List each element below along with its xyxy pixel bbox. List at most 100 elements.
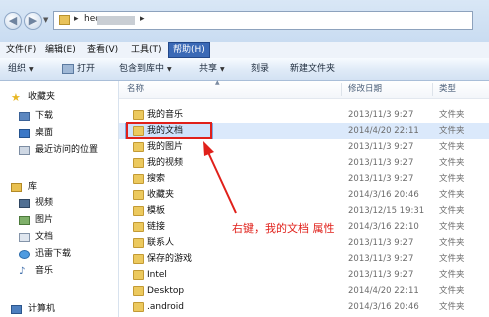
nav-favorites-label: 收藏夹 bbox=[28, 92, 56, 102]
picture-icon bbox=[19, 216, 30, 225]
nav-downloads-label: 下载 bbox=[35, 111, 54, 121]
file-row[interactable]: 我的视频 2013/11/3 9:27 文件夹 bbox=[119, 155, 489, 171]
file-row[interactable]: 我的图片 2013/11/3 9:27 文件夹 bbox=[119, 139, 489, 155]
file-date: 2013/11/3 9:27 bbox=[348, 174, 414, 184]
menu-tools[interactable]: 工具(T) bbox=[127, 42, 166, 58]
file-row[interactable]: 保存的游戏 2013/11/3 9:27 文件夹 bbox=[119, 251, 489, 267]
file-row[interactable]: .android 2014/3/16 20:46 文件夹 bbox=[119, 299, 489, 315]
dropdown-arrow-icon: ▼ bbox=[29, 66, 34, 73]
xunlei-icon bbox=[19, 250, 30, 259]
nav-documents[interactable]: 文档 bbox=[0, 230, 118, 245]
folder-icon bbox=[133, 222, 144, 232]
file-date: 2013/11/3 9:27 bbox=[348, 110, 414, 120]
library-icon bbox=[11, 183, 22, 192]
nav-libraries[interactable]: 库 bbox=[0, 180, 118, 195]
include-library-label: 包含到库中 bbox=[119, 64, 165, 74]
document-icon bbox=[19, 233, 30, 242]
blurred-username bbox=[97, 16, 135, 25]
file-date: 2013/11/3 9:27 bbox=[348, 270, 414, 280]
file-list: ▲ 名称 修改日期 类型 我的音乐 2013/11/3 9:27 文件夹 我的文… bbox=[119, 79, 489, 317]
nav-libraries-label: 库 bbox=[28, 182, 38, 192]
file-type: 文件夹 bbox=[439, 174, 465, 184]
download-icon bbox=[19, 112, 30, 121]
nav-videos-label: 视频 bbox=[35, 198, 54, 208]
folder-icon bbox=[133, 270, 144, 280]
nav-music[interactable]: ♪ 音乐 bbox=[0, 264, 118, 279]
back-button[interactable]: ◀ bbox=[4, 12, 22, 30]
file-name: 收藏夹 bbox=[147, 190, 175, 200]
nav-documents-label: 文档 bbox=[35, 232, 54, 242]
file-name: 模板 bbox=[147, 206, 166, 216]
menu-file[interactable]: 文件(F) bbox=[2, 42, 40, 58]
file-name: 链接 bbox=[147, 222, 166, 232]
nav-downloads[interactable]: 下载 bbox=[0, 109, 118, 124]
file-name: 我的图片 bbox=[147, 142, 184, 152]
file-row[interactable]: 联系人 2013/11/3 9:27 文件夹 bbox=[119, 235, 489, 251]
folder-icon bbox=[133, 238, 144, 248]
video-icon bbox=[19, 199, 30, 208]
file-type: 文件夹 bbox=[439, 286, 465, 296]
nav-xunlei-label: 迅雷下载 bbox=[35, 249, 72, 259]
file-date: 2013/11/3 9:27 bbox=[348, 238, 414, 248]
file-name: .android bbox=[147, 302, 185, 312]
menu-view[interactable]: 查看(V) bbox=[83, 42, 122, 58]
file-row[interactable]: Desktop 2014/4/20 22:11 文件夹 bbox=[119, 283, 489, 299]
file-type: 文件夹 bbox=[439, 190, 465, 200]
command-bar: 组织 ▼ 打开 包含到库中 ▼ 共享 ▼ 刻录 新建文件夹 bbox=[0, 58, 489, 81]
nav-recent-places[interactable]: 最近访问的位置 bbox=[0, 143, 118, 158]
forward-button[interactable]: ▶ bbox=[24, 12, 42, 30]
file-row[interactable]: 搜索 2013/11/3 9:27 文件夹 bbox=[119, 171, 489, 187]
file-type: 文件夹 bbox=[439, 158, 465, 168]
column-headers: ▲ 名称 修改日期 类型 bbox=[119, 79, 489, 99]
column-type[interactable]: 类型 bbox=[439, 81, 456, 98]
music-icon: ♪ bbox=[19, 266, 26, 277]
open-icon bbox=[62, 64, 74, 74]
file-type: 文件夹 bbox=[439, 126, 465, 136]
address-field[interactable]: ▸ heq ▸ bbox=[53, 11, 473, 30]
nav-desktop[interactable]: 桌面 bbox=[0, 126, 118, 141]
file-date: 2013/11/3 9:27 bbox=[348, 158, 414, 168]
nav-pictures[interactable]: 图片 bbox=[0, 213, 118, 228]
file-name: 我的视频 bbox=[147, 158, 184, 168]
recent-pages-dropdown[interactable]: ▼ bbox=[43, 16, 48, 24]
file-type: 文件夹 bbox=[439, 302, 465, 312]
nav-pictures-label: 图片 bbox=[35, 215, 54, 225]
file-date: 2013/12/15 19:31 bbox=[348, 206, 425, 216]
chevron-right-icon[interactable]: ▸ bbox=[74, 14, 79, 24]
column-modified[interactable]: 修改日期 bbox=[348, 81, 382, 98]
star-icon: ★ bbox=[11, 91, 21, 104]
file-date: 2014/4/20 22:11 bbox=[348, 286, 419, 296]
file-type: 文件夹 bbox=[439, 270, 465, 280]
file-name: Desktop bbox=[147, 286, 185, 296]
nav-videos[interactable]: 视频 bbox=[0, 196, 118, 211]
nav-xunlei-downloads[interactable]: 迅雷下载 bbox=[0, 247, 118, 262]
dropdown-arrow-icon: ▼ bbox=[167, 66, 172, 73]
desktop-icon bbox=[19, 129, 30, 138]
sort-arrow-icon: ▲ bbox=[215, 79, 220, 86]
share-button[interactable]: 共享 ▼ bbox=[199, 58, 225, 80]
recent-places-icon bbox=[19, 146, 30, 155]
folder-icon bbox=[133, 174, 144, 184]
column-name[interactable]: 名称 bbox=[127, 81, 144, 98]
organize-button[interactable]: 组织 ▼ bbox=[8, 58, 34, 80]
file-row[interactable]: 收藏夹 2014/3/16 20:46 文件夹 bbox=[119, 187, 489, 203]
burn-button[interactable]: 刻录 bbox=[251, 58, 269, 80]
nav-favorites[interactable]: ★ 收藏夹 bbox=[0, 90, 118, 105]
column-divider[interactable] bbox=[341, 83, 342, 96]
chevron-right-icon[interactable]: ▸ bbox=[140, 14, 145, 24]
folder-icon bbox=[133, 110, 144, 120]
nav-computer[interactable]: 计算机 bbox=[0, 302, 118, 317]
include-in-library-button[interactable]: 包含到库中 ▼ bbox=[119, 58, 172, 80]
file-row[interactable]: 我的音乐 2013/11/3 9:27 文件夹 bbox=[119, 107, 489, 123]
file-row[interactable]: 模板 2013/12/15 19:31 文件夹 bbox=[119, 203, 489, 219]
column-divider[interactable] bbox=[432, 83, 433, 96]
menu-help[interactable]: 帮助(H) bbox=[168, 42, 210, 58]
menu-edit[interactable]: 编辑(E) bbox=[41, 42, 80, 58]
open-button[interactable]: 打开 bbox=[77, 58, 95, 80]
file-type: 文件夹 bbox=[439, 110, 465, 120]
file-date: 2013/11/3 9:27 bbox=[348, 254, 414, 264]
menu-bar: 文件(F) 编辑(E) 查看(V) 工具(T) 帮助(H) bbox=[0, 42, 489, 59]
new-folder-button[interactable]: 新建文件夹 bbox=[290, 58, 335, 80]
file-row[interactable]: Intel 2013/11/3 9:27 文件夹 bbox=[119, 267, 489, 283]
file-date: 2014/3/16 20:46 bbox=[348, 302, 419, 312]
